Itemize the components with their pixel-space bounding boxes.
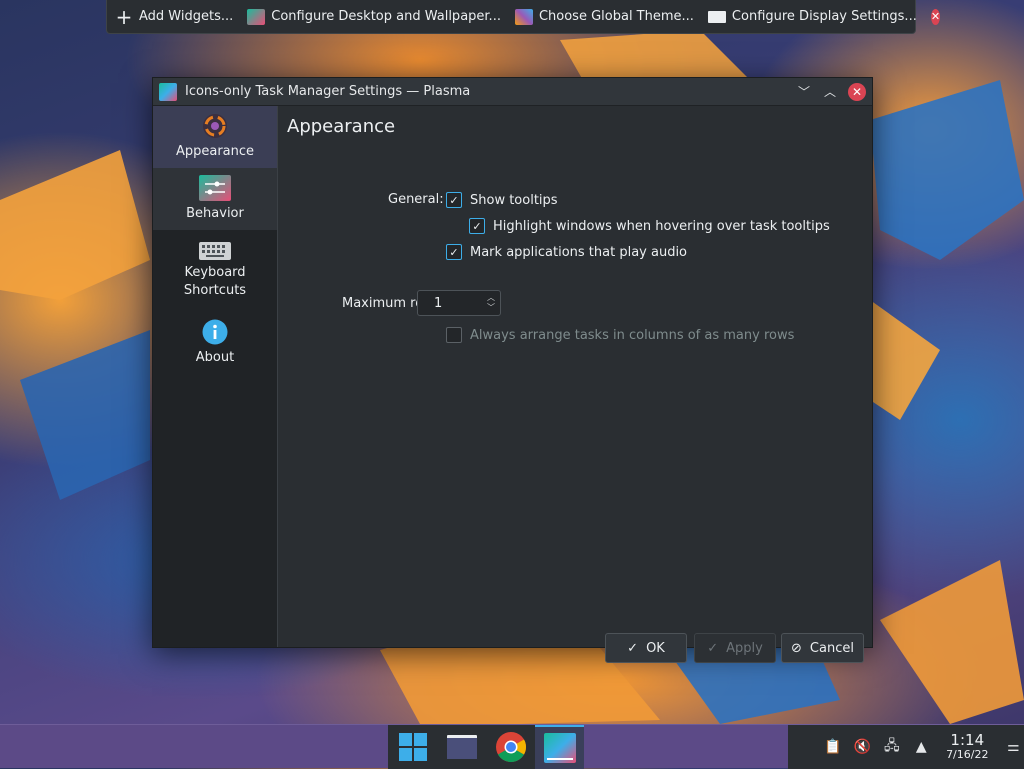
display-icon [707, 10, 726, 23]
arrange-columns-checkbox [446, 327, 462, 343]
panel-settings-icon[interactable]: ⚌ [1002, 736, 1024, 758]
show-tooltips-checkbox[interactable]: ✓ [446, 192, 462, 208]
window-close-icon[interactable]: ✕ [848, 82, 866, 101]
desktop-toolbar: + Add Widgets... Configure Desktop and W… [106, 0, 941, 34]
highlight-windows-option[interactable]: ✓ Highlight windows when hovering over t… [469, 218, 830, 234]
sidebar-item-appearance[interactable]: Appearance [153, 106, 277, 168]
arrange-columns-option: Always arrange tasks in columns of as ma… [446, 327, 794, 343]
network-icon[interactable]: 🖧 [881, 736, 903, 758]
show-tooltips-option[interactable]: ✓ Show tooltips [446, 192, 558, 208]
desktop-icon [247, 8, 266, 25]
check-icon: ✓ [707, 640, 719, 656]
start-menu-button[interactable] [388, 725, 437, 769]
cancel-icon: ⊘ [791, 640, 802, 656]
close-icon[interactable]: ✕ [930, 8, 941, 25]
minimize-icon[interactable]: ﹀ [796, 84, 812, 100]
file-manager-button[interactable] [437, 725, 486, 769]
apply-button: ✓ Apply [694, 633, 776, 663]
appearance-icon [203, 114, 227, 138]
chrome-button[interactable] [486, 725, 535, 769]
ok-button[interactable]: ✓ OK [605, 633, 687, 663]
sidebar-item-about[interactable]: About [153, 312, 277, 374]
settings-content: Appearance General: ✓ Show tooltips ✓ Hi… [278, 106, 872, 663]
expand-tray-icon[interactable]: ▲ [911, 736, 933, 758]
app-icon [159, 82, 177, 101]
settings-task-button[interactable] [535, 725, 584, 769]
settings-window: Icons-only Task Manager Settings — Plasm… [152, 77, 873, 663]
file-manager-icon [446, 735, 477, 759]
clock[interactable]: 1:14 7/16/22 [946, 732, 988, 762]
add-widgets-button[interactable]: + Add Widgets... [115, 4, 234, 29]
max-rows-spinbox[interactable]: 1 ︿ ﹀ [417, 290, 501, 316]
mark-audio-option[interactable]: ✓ Mark applications that play audio [446, 244, 687, 260]
configure-desktop-button[interactable]: Configure Desktop and Wallpaper... [247, 8, 501, 25]
window-title: Icons-only Task Manager Settings — Plasm… [185, 84, 471, 99]
spin-up-icon[interactable]: ︿ [487, 293, 495, 303]
sidebar-item-behavior[interactable]: Behavior [153, 168, 277, 230]
start-menu-icon [398, 733, 427, 761]
volume-muted-icon[interactable]: 🔇 [852, 736, 874, 758]
clipboard-icon[interactable]: 📋 [822, 736, 844, 758]
chrome-icon [495, 732, 526, 763]
taskbar: 📋 🔇 🖧 ▲ 1:14 7/16/22 ⚌ [0, 724, 1024, 769]
task-manager [388, 725, 584, 769]
plus-icon: + [115, 4, 133, 29]
sidebar-item-keyboard-shortcuts[interactable]: Keyboard Shortcuts [153, 230, 277, 312]
general-label: General: [388, 192, 444, 207]
choose-global-theme-button[interactable]: Choose Global Theme... [514, 8, 694, 25]
behavior-icon [199, 175, 231, 201]
mark-audio-checkbox[interactable]: ✓ [446, 244, 462, 260]
title-bar[interactable]: Icons-only Task Manager Settings — Plasm… [153, 78, 872, 106]
theme-icon [514, 8, 533, 25]
configure-display-button[interactable]: Configure Display Settings... [707, 9, 917, 24]
maximize-icon[interactable]: ︿ [822, 84, 838, 100]
category-sidebar: Appearance Behavior Keyboard Shortcuts A… [153, 106, 278, 647]
system-tray: 📋 🔇 🖧 ▲ 1:14 7/16/22 ⚌ [788, 725, 1024, 769]
spin-down-icon[interactable]: ﹀ [487, 303, 495, 313]
info-icon [202, 319, 228, 345]
highlight-windows-checkbox[interactable]: ✓ [469, 218, 485, 234]
check-icon: ✓ [627, 640, 639, 656]
keyboard-icon [199, 242, 231, 260]
system-settings-icon [543, 733, 576, 763]
page-title: Appearance [287, 116, 396, 137]
cancel-button[interactable]: ⊘ Cancel [781, 633, 864, 663]
